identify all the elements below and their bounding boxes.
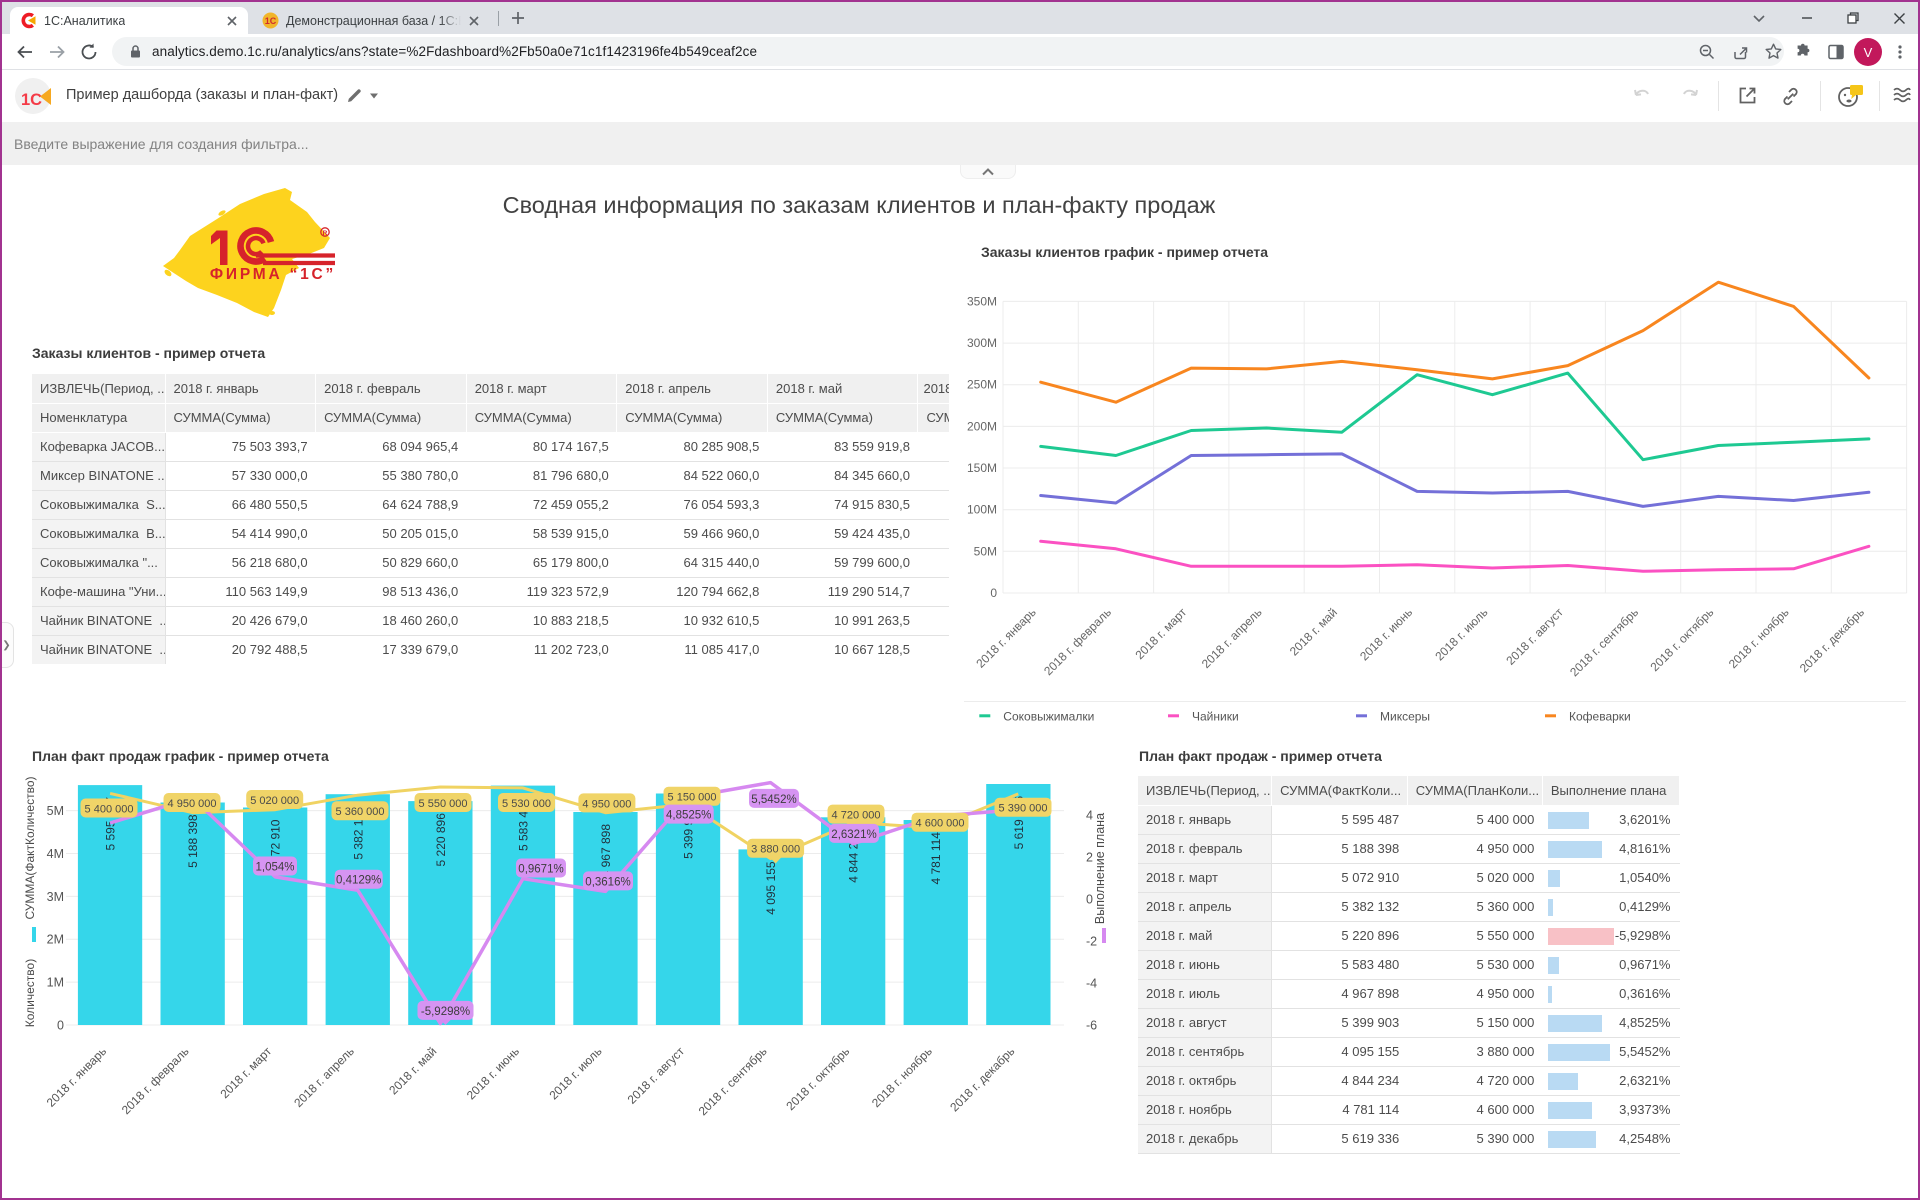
svg-text:350M: 350M — [967, 294, 997, 308]
svg-text:Количество): Количество) — [23, 959, 37, 1027]
svg-text:300M: 300M — [967, 336, 997, 350]
svg-text:1,054%: 1,054% — [255, 861, 294, 873]
svg-text:2018 г. декабрь: 2018 г. декабрь — [947, 1044, 1017, 1114]
svg-text:0,3616%: 0,3616% — [585, 876, 630, 888]
svg-text:2,6321%: 2,6321% — [831, 829, 876, 841]
svg-text:150M: 150M — [967, 461, 997, 475]
svg-text:2018 г. февраль: 2018 г. февраль — [1041, 605, 1114, 678]
svg-text:0: 0 — [1086, 893, 1093, 907]
svg-text:2018 г. июнь: 2018 г. июнь — [464, 1044, 522, 1102]
svg-text:2018 г. июль: 2018 г. июль — [546, 1044, 604, 1102]
svg-text:4 950 000: 4 950 000 — [582, 798, 631, 810]
svg-text:2018 г. февраль: 2018 г. февраль — [119, 1044, 192, 1117]
svg-text:1С: 1С — [265, 16, 277, 26]
svg-text:Чайники: Чайники — [1192, 709, 1239, 723]
svg-text:2018 г. апрель: 2018 г. апрель — [291, 1044, 357, 1110]
svg-text:2018 г. май: 2018 г. май — [386, 1044, 439, 1097]
svg-text:-2: -2 — [1086, 935, 1097, 949]
svg-text:2018 г. май: 2018 г. май — [1287, 605, 1340, 658]
svg-text:1С: 1С — [21, 91, 42, 109]
svg-text:1M: 1M — [47, 976, 64, 990]
svg-text:5 550 000: 5 550 000 — [419, 798, 468, 810]
svg-text:2018 г. сентябрь: 2018 г. сентябрь — [1567, 605, 1641, 679]
svg-text:-6: -6 — [1086, 1019, 1097, 1033]
svg-text:5 360 000: 5 360 000 — [336, 806, 385, 818]
svg-text:3M: 3M — [47, 890, 64, 904]
svg-text:2018 г. октябрь: 2018 г. октябрь — [1648, 605, 1717, 674]
svg-text:-5,9298%: -5,9298% — [421, 1006, 470, 1018]
svg-text:4: 4 — [1086, 809, 1093, 823]
svg-text:2018 г. июль: 2018 г. июль — [1432, 605, 1490, 663]
svg-text:5 220 896: 5 220 896 — [434, 813, 448, 867]
svg-text:4 950 000: 4 950 000 — [168, 798, 217, 810]
svg-text:4 781 114: 4 781 114 — [929, 832, 943, 885]
svg-text:5 188 398: 5 188 398 — [186, 814, 200, 868]
svg-text:ФИРМА “1С”: ФИРМА “1С” — [210, 266, 336, 283]
svg-text:4 720 000: 4 720 000 — [832, 810, 881, 822]
svg-text:2M: 2M — [47, 933, 64, 947]
svg-text:2018 г. ноябрь: 2018 г. ноябрь — [869, 1044, 935, 1110]
svg-text:5,5452%: 5,5452% — [751, 794, 796, 806]
svg-text:2: 2 — [1086, 851, 1093, 865]
svg-text:4 600 000: 4 600 000 — [916, 818, 965, 830]
svg-text:4,8525%: 4,8525% — [666, 810, 711, 822]
svg-text:4M: 4M — [47, 847, 64, 861]
svg-text:2018 г. январь: 2018 г. январь — [44, 1044, 109, 1109]
svg-text:0,4129%: 0,4129% — [336, 875, 381, 887]
svg-text:2018 г. июнь: 2018 г. июнь — [1357, 605, 1415, 663]
svg-text:2018 г. август: 2018 г. август — [1503, 605, 1566, 668]
svg-text:Кофеварки: Кофеварки — [1569, 709, 1631, 723]
svg-text:2018 г. март: 2018 г. март — [1132, 605, 1189, 662]
svg-text:4 967 898: 4 967 898 — [599, 824, 613, 878]
svg-text:Миксеры: Миксеры — [1380, 709, 1430, 723]
svg-text:2018 г. январь: 2018 г. январь — [973, 605, 1038, 670]
svg-text:0,9671%: 0,9671% — [518, 863, 563, 875]
svg-text:3 880 000: 3 880 000 — [751, 844, 800, 856]
svg-text:4 095 155: 4 095 155 — [764, 861, 778, 915]
svg-text:50M: 50M — [974, 544, 997, 558]
svg-text:5M: 5M — [47, 804, 64, 818]
svg-text:5 020 000: 5 020 000 — [250, 795, 299, 807]
svg-text:R: R — [323, 230, 328, 237]
svg-text:0: 0 — [57, 1019, 64, 1033]
svg-text:2018 г. ноябрь: 2018 г. ноябрь — [1726, 605, 1792, 671]
svg-text:2018 г. октябрь: 2018 г. октябрь — [783, 1044, 852, 1113]
svg-text:2018 г. декабрь: 2018 г. декабрь — [1797, 605, 1867, 675]
svg-text:2018 г. август: 2018 г. август — [625, 1044, 688, 1107]
svg-text:СУММА(ФактКоличество): СУММА(ФактКоличество) — [23, 776, 37, 919]
svg-text:0: 0 — [990, 586, 997, 600]
svg-text:5 530 000: 5 530 000 — [502, 798, 551, 810]
svg-text:5 390 000: 5 390 000 — [999, 803, 1048, 815]
svg-text:250M: 250M — [967, 378, 997, 392]
svg-text:Соковыжималки: Соковыжималки — [1003, 709, 1094, 723]
svg-text:2018 г. март: 2018 г. март — [217, 1044, 274, 1101]
svg-text:2018 г. апрель: 2018 г. апрель — [1199, 605, 1265, 671]
svg-text:5 150 000: 5 150 000 — [668, 792, 717, 804]
svg-text:Выполнение плана: Выполнение плана — [1093, 813, 1107, 924]
svg-text:5 400 000: 5 400 000 — [85, 803, 134, 815]
svg-text:2018 г. сентябрь: 2018 г. сентябрь — [696, 1044, 770, 1118]
svg-text:200M: 200M — [967, 419, 997, 433]
svg-text:-4: -4 — [1086, 977, 1097, 991]
svg-text:100M: 100M — [967, 503, 997, 517]
